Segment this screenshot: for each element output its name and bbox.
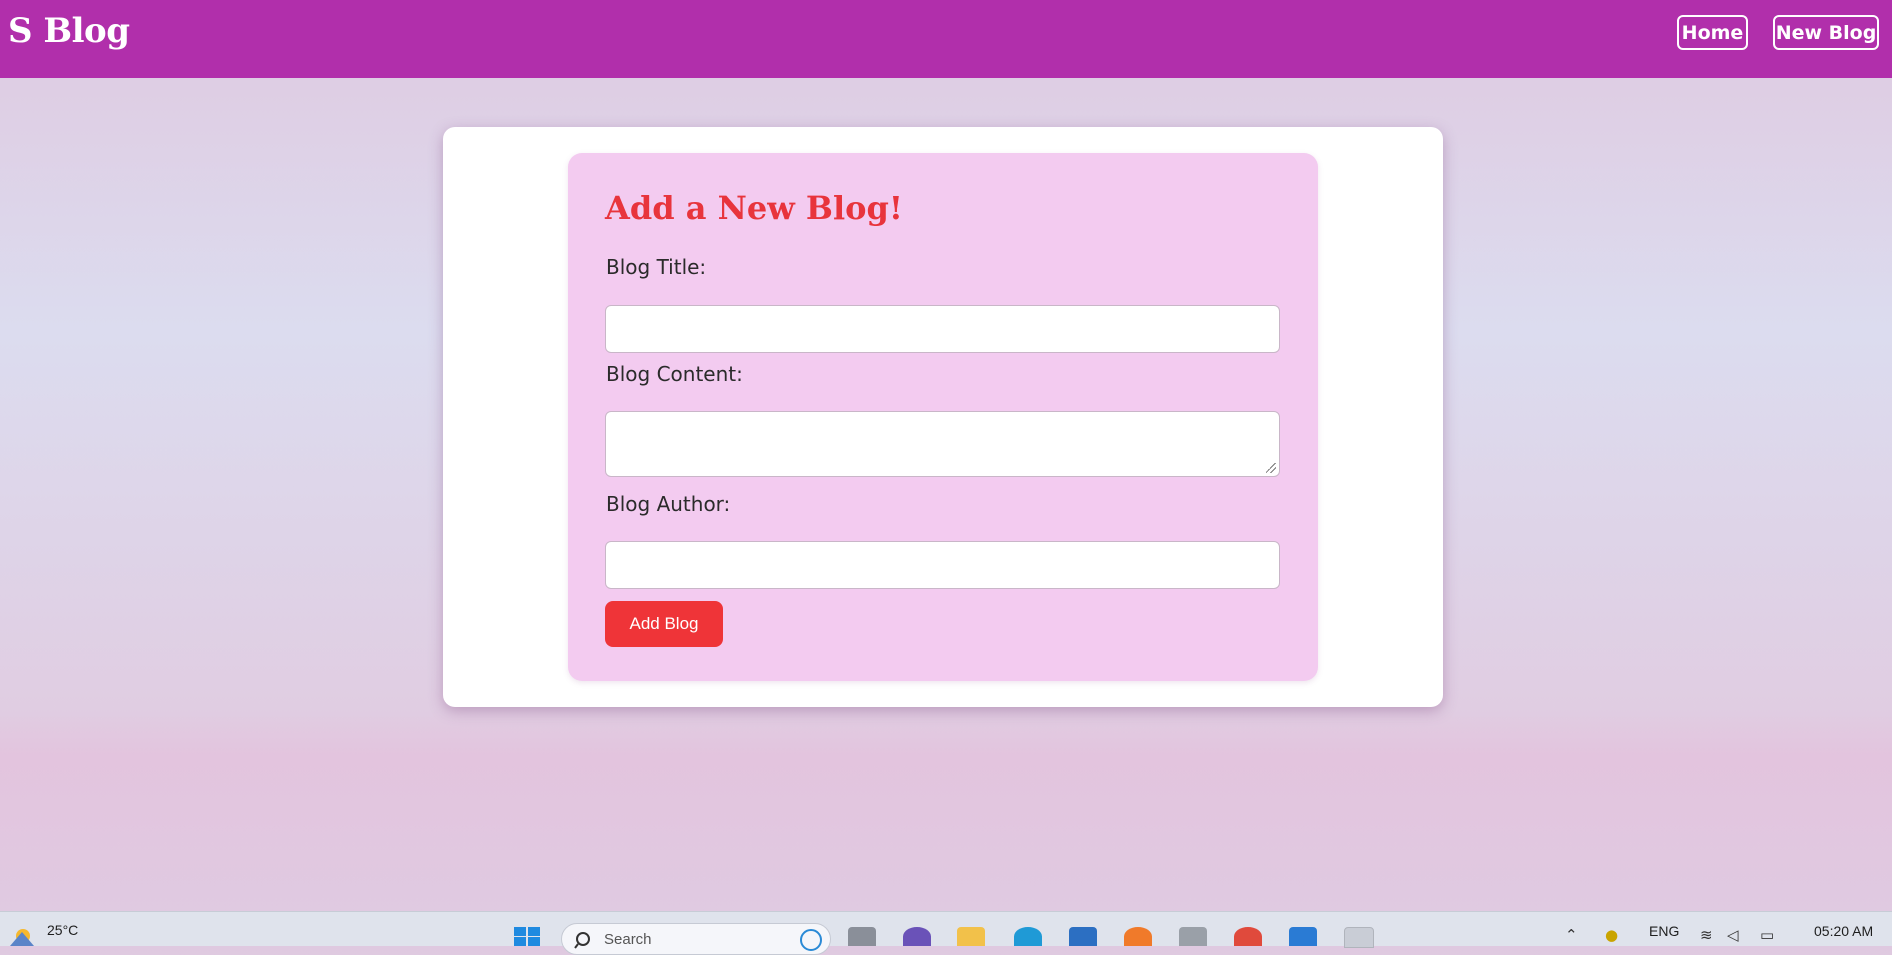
taskbar: 25°C Search ⌃ ● ENG ≋ ◁ ▭ 05:20 AM xyxy=(0,911,1892,955)
blog-title-label: Blog Title: xyxy=(606,255,707,279)
firefox-icon[interactable] xyxy=(1124,927,1152,946)
add-blog-button[interactable]: Add Blog xyxy=(605,601,723,647)
weather-temperature[interactable]: 25°C xyxy=(47,922,78,938)
nav-new-blog-button[interactable]: New Blog xyxy=(1773,15,1879,50)
taskbar-search-box[interactable]: Search xyxy=(561,923,831,955)
blog-content-textarea[interactable] xyxy=(605,411,1280,477)
chrome-icon[interactable] xyxy=(1234,927,1262,946)
new-blog-form: Add a New Blog! Blog Title: Blog Content… xyxy=(568,153,1318,681)
edge-icon[interactable] xyxy=(1014,927,1042,946)
main-card: Add a New Blog! Blog Title: Blog Content… xyxy=(443,127,1443,707)
navbar: S Blog Home New Blog xyxy=(0,0,1892,78)
blog-author-label: Blog Author: xyxy=(606,492,731,516)
bing-icon[interactable] xyxy=(800,929,822,951)
chevron-up-icon[interactable]: ⌃ xyxy=(1565,926,1578,944)
amazon-icon[interactable] xyxy=(1179,927,1207,946)
language-indicator[interactable]: ENG xyxy=(1649,923,1679,939)
search-placeholder: Search xyxy=(604,931,652,948)
clock-time[interactable]: 05:20 AM xyxy=(1814,923,1873,939)
file-explorer-icon[interactable] xyxy=(957,927,985,946)
vscode-icon[interactable] xyxy=(1289,927,1317,946)
site-brand[interactable]: S Blog xyxy=(8,11,130,51)
nav-home-button[interactable]: Home xyxy=(1677,15,1748,50)
blog-author-input[interactable] xyxy=(605,541,1280,589)
volume-icon[interactable]: ◁ xyxy=(1727,926,1739,944)
windows-start-icon[interactable] xyxy=(514,927,540,946)
search-icon xyxy=(574,932,590,949)
store-icon[interactable] xyxy=(1069,927,1097,946)
files-app-icon[interactable] xyxy=(848,927,876,946)
form-title: Add a New Blog! xyxy=(605,189,903,227)
battery-icon[interactable]: ▭ xyxy=(1760,926,1774,944)
blog-title-input[interactable] xyxy=(605,305,1280,353)
blog-content-label: Blog Content: xyxy=(606,362,743,386)
weather-icon[interactable] xyxy=(8,924,34,946)
teams-icon[interactable] xyxy=(903,927,931,946)
wifi-icon[interactable]: ≋ xyxy=(1700,926,1713,944)
tray-app-icon[interactable]: ● xyxy=(1605,926,1618,944)
resize-handle-icon[interactable] xyxy=(1266,463,1276,473)
